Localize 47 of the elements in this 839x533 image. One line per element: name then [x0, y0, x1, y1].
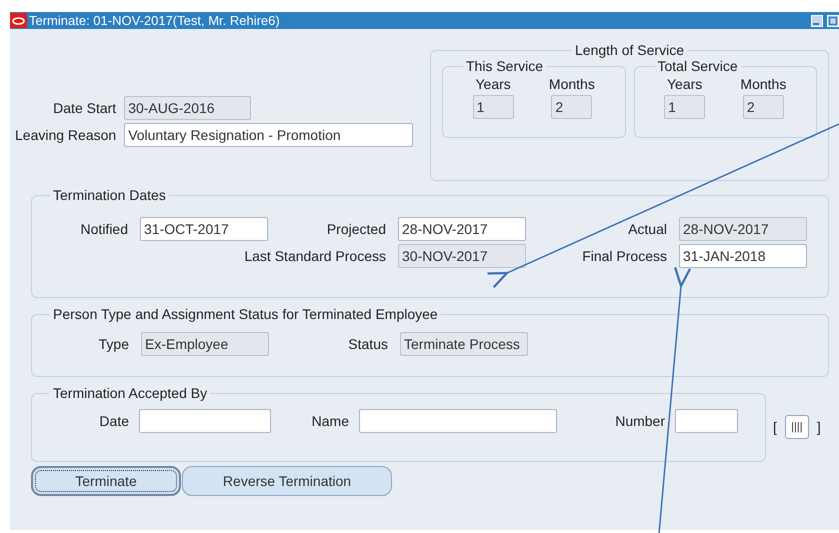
input-field[interactable]: 2: [742, 95, 784, 119]
input-field[interactable]: Voluntary Resignation - Promotion: [124, 123, 414, 147]
field-label: Leaving Reason: [15, 126, 116, 145]
maximize-icon[interactable]: [827, 14, 839, 26]
input-field[interactable]: 30-AUG-2016: [124, 96, 252, 120]
input-field[interactable]: Ex-Employee: [141, 332, 269, 356]
bracket-text: [: [773, 418, 777, 437]
window-title: Terminate: 01-NOV-2017(Test, Mr. Rehire6): [29, 12, 280, 29]
input-field[interactable]: 31-JAN-2018: [679, 244, 807, 268]
input-field[interactable]: 28-NOV-2017: [679, 217, 807, 241]
oracle-logo-icon: [10, 13, 27, 28]
field-label: Name: [310, 412, 349, 430]
input-field[interactable]: 28-NOV-2017: [398, 217, 526, 241]
field-label: Months: [740, 75, 786, 94]
field-label: Date Start: [52, 98, 116, 118]
form-button[interactable]: Terminate: [31, 466, 181, 496]
input-field[interactable]: [675, 409, 738, 433]
form-button[interactable]: Reverse Termination: [182, 466, 392, 496]
field-label: Years: [666, 75, 702, 94]
input-field[interactable]: 31-OCT-2017: [140, 217, 268, 241]
group-title: Person Type and Assignment Status for Terminated Employee: [52, 306, 439, 322]
field-label: Notified: [80, 220, 128, 238]
input-field[interactable]: [139, 409, 271, 433]
field-label: Date: [98, 412, 129, 430]
field-label: Years: [475, 75, 511, 94]
field-label: Type: [98, 334, 129, 354]
field-label: Projected: [326, 220, 386, 239]
minimize-icon[interactable]: [811, 14, 823, 26]
group-title: This Service: [465, 58, 544, 74]
input-field[interactable]: 1: [472, 95, 514, 119]
group-title: Termination Accepted By: [52, 385, 208, 401]
field-label: Actual: [628, 220, 667, 238]
field-label: Status: [347, 334, 388, 354]
flex-field-button[interactable]: ||||: [784, 415, 809, 439]
group-title: Termination Dates: [52, 187, 167, 203]
input-field[interactable]: 30-NOV-2017: [398, 244, 526, 268]
field-label: Last Standard Process: [244, 246, 386, 266]
field-label: Months: [548, 75, 595, 94]
input-field[interactable]: [359, 409, 557, 433]
group-title: Length of Service: [574, 42, 685, 58]
input-field[interactable]: 1: [664, 95, 706, 119]
field-label: Final Process: [582, 246, 667, 266]
group-title: Total Service: [656, 58, 739, 74]
field-label: Number: [614, 412, 665, 430]
input-field[interactable]: Terminate Process: [400, 332, 528, 356]
input-field[interactable]: 2: [551, 95, 592, 119]
bracket-text: ]: [816, 418, 821, 437]
